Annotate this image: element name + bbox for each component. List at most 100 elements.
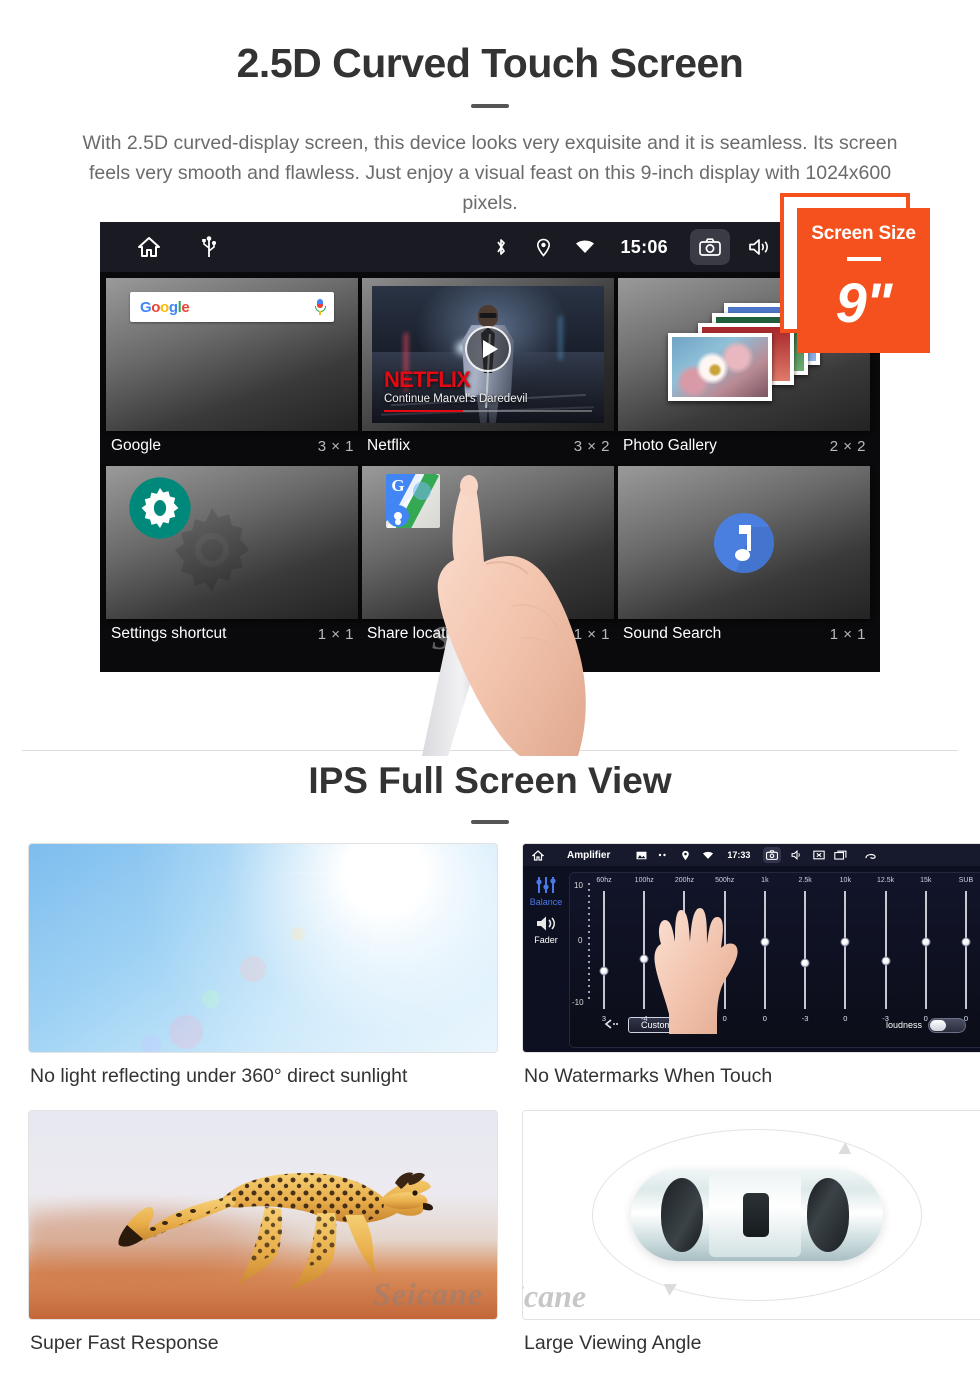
eq-band[interactable]: 10k 0 [835, 877, 855, 1023]
close-icon[interactable] [812, 849, 825, 862]
netflix-widget-thumbnail[interactable]: NETFLIX Continue Marvel's Daredevil [362, 278, 614, 431]
feature-card-sunlight: No light reflecting under 360° direct su… [28, 843, 498, 1088]
google-search-bar[interactable]: Google [130, 292, 334, 322]
card-caption: Large Viewing Angle [524, 1332, 702, 1354]
eq-band[interactable]: 1k 0 [755, 877, 775, 1023]
widget-name: Photo Gallery [623, 437, 717, 454]
volume-icon[interactable] [746, 234, 772, 260]
location-icon [530, 234, 556, 260]
section2-underline-rule [471, 820, 509, 824]
card-caption: Super Fast Response [30, 1332, 219, 1354]
open-hand-illustration [643, 894, 753, 1034]
eq-band-knob[interactable] [840, 937, 850, 947]
sunlight-photo [28, 843, 498, 1053]
card-caption: No light reflecting under 360° direct su… [30, 1065, 408, 1087]
amplifier-screenshot: Amplifier 17:33 Balance Fader 10 0 -10 6… [522, 843, 980, 1053]
eq-band-knob[interactable] [961, 937, 971, 947]
feature-card-car: icane Large Viewing Angle [522, 1110, 980, 1355]
mic-icon[interactable] [314, 297, 326, 317]
lens-flare [202, 989, 221, 1008]
google-widget-thumbnail[interactable]: Google [106, 278, 358, 431]
widget-cell-google[interactable]: Google Google 3 × 1 [106, 278, 358, 462]
eq-band[interactable]: SUB 0 [956, 877, 976, 1023]
location-icon [679, 849, 692, 862]
google-logo: Google [140, 298, 190, 316]
section1-title: 2.5D Curved Touch Screen [236, 40, 744, 86]
settings-widget-thumbnail[interactable] [106, 466, 358, 619]
cheetah-photo: Seicane [28, 1110, 498, 1320]
sunroof [743, 1193, 769, 1237]
volume-icon[interactable] [790, 849, 803, 862]
lens-flare [141, 1035, 162, 1052]
car-body [631, 1169, 883, 1261]
balance-label[interactable]: Balance [523, 897, 569, 907]
amplifier-status-bar: Amplifier 17:33 [523, 844, 980, 866]
car-scene: icane [523, 1111, 980, 1319]
lens-flare [239, 956, 266, 983]
back-icon[interactable] [864, 849, 877, 862]
eq-band[interactable]: 12.5k -3 [876, 877, 896, 1023]
widget-size: 2 × 2 [829, 437, 866, 455]
eq-band[interactable]: 2.5k -3 [795, 877, 815, 1023]
sunlight-sky [29, 844, 497, 1052]
seicane-watermark: Seicane [431, 620, 549, 657]
netflix-progress-bar [384, 409, 592, 412]
eq-band-frequency: 12.5k [876, 877, 895, 884]
cheetah-scene: Seicane [29, 1111, 497, 1319]
android-status-bar: 15:06 [100, 222, 880, 272]
widget-name: Google [111, 437, 161, 454]
eq-band-value: -3 [882, 1014, 889, 1023]
share-location-widget-thumbnail[interactable]: G [362, 466, 614, 619]
person-pin-icon [387, 505, 409, 527]
badge-solid-panel: Screen Size 9" [797, 208, 930, 353]
product-feature-page: 2.5D Curved Touch Screen With 2.5D curve… [0, 0, 980, 1394]
android-home-screenshot: 15:06 Google Google 3 × 1 NETFLIX Contin… [100, 222, 880, 672]
eq-band-knob[interactable] [599, 966, 609, 976]
status-bar-clock: 15:06 [620, 236, 668, 257]
netflix-artwork: NETFLIX Continue Marvel's Daredevil [372, 286, 604, 423]
eq-band-frequency: 2.5k [798, 877, 812, 884]
badge-label: Screen Size [811, 223, 916, 244]
eq-band-frequency: 500hz [715, 877, 735, 884]
usb-icon [196, 234, 222, 260]
sound-search-widget-thumbnail[interactable] [618, 466, 870, 619]
loudness-label: loudness [885, 1020, 922, 1030]
amplifier-ui: Amplifier 17:33 Balance Fader 10 0 -10 6… [523, 844, 980, 1052]
play-icon[interactable] [465, 326, 511, 373]
speaker-icon[interactable] [523, 915, 569, 934]
gear-icon[interactable] [128, 476, 192, 540]
bluetooth-icon [488, 234, 514, 260]
windshield-rear [807, 1178, 849, 1252]
seicane-watermark: icane [522, 1278, 587, 1314]
eq-band[interactable]: 15k 0 [916, 877, 936, 1023]
camera-icon[interactable] [763, 847, 782, 863]
prev-preset-icon[interactable] [604, 1019, 620, 1031]
eq-band-knob[interactable] [881, 956, 891, 966]
equalizer-panel: 10 0 -10 60hz3 100hz-4 200hz0 500hz0 [569, 872, 980, 1048]
google-maps-icon[interactable]: G [386, 474, 440, 528]
widget-size: 3 × 1 [317, 437, 354, 455]
sliders-icon[interactable] [535, 877, 557, 896]
amplifier-side-controls: Balance Fader [523, 870, 569, 1052]
recents-icon[interactable] [834, 849, 847, 862]
fader-label[interactable]: Fader [523, 935, 569, 945]
loudness-toggle[interactable] [928, 1017, 966, 1033]
eq-band-frequency: 100hz [634, 877, 654, 884]
widget-cell-netflix[interactable]: NETFLIX Continue Marvel's Daredevil Netf… [362, 278, 614, 462]
eq-band-knob[interactable] [760, 937, 770, 947]
home-icon[interactable] [136, 234, 162, 260]
music-note-icon[interactable] [714, 512, 774, 573]
widget-size: 3 × 2 [573, 437, 610, 455]
eq-band[interactable]: 60hz 3 [594, 877, 614, 1023]
eq-band-value: 0 [843, 1014, 848, 1023]
feature-cards-grid: No light reflecting under 360° direct su… [28, 843, 980, 1355]
eq-band-frequency: 60hz [596, 877, 612, 884]
eq-band-knob[interactable] [800, 958, 810, 968]
more-icon[interactable] [657, 849, 670, 862]
home-icon[interactable] [531, 849, 544, 862]
image-icon[interactable] [635, 849, 648, 862]
camera-icon[interactable] [690, 229, 730, 265]
eq-band-knob[interactable] [921, 937, 931, 947]
scale-top: 10 [574, 881, 583, 890]
lens-flare [169, 1014, 204, 1049]
